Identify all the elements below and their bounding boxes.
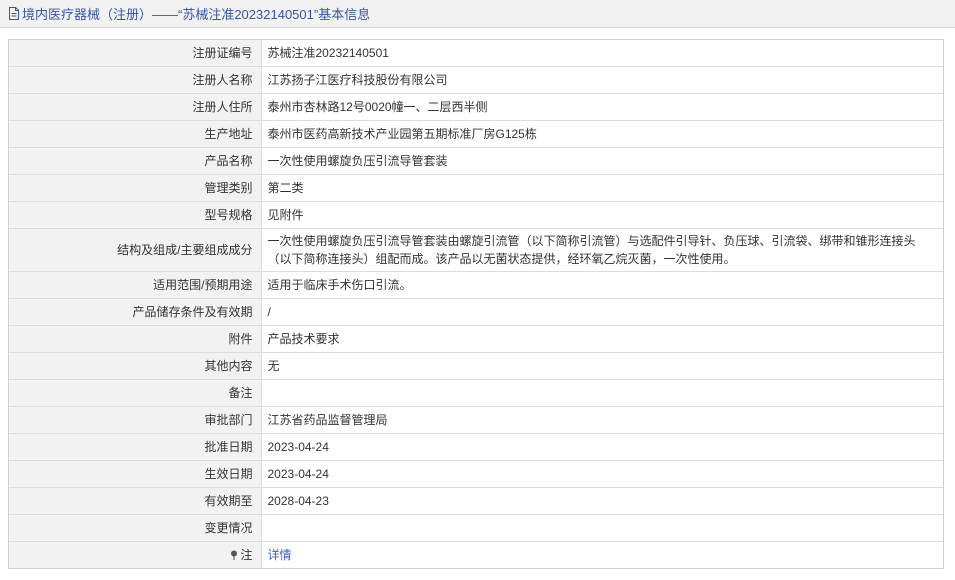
table-row: 其他内容 无 [9, 352, 943, 380]
row-value: 2028-04-23 [261, 487, 943, 515]
row-label: 其他内容 [9, 352, 262, 380]
table-row: 产品名称 一次性使用螺旋负压引流导管套装 [9, 147, 943, 175]
row-value: 一次性使用螺旋负压引流导管套装 [261, 147, 943, 175]
table-row: 注册证编号 苏械注准20232140501 [9, 40, 943, 67]
row-label: 审批部门 [9, 406, 262, 434]
row-label: 产品名称 [9, 147, 262, 175]
page-title: 境内医疗器械（注册）——“苏械注准20232140501”基本信息 [22, 7, 371, 22]
note-label-cell: 注 [9, 541, 262, 568]
row-label: 有效期至 [9, 487, 262, 515]
row-label: 适用范围/预期用途 [9, 271, 262, 299]
row-label: 结构及组成/主要组成成分 [9, 228, 262, 272]
row-label: 附件 [9, 325, 262, 353]
table-row: 型号规格 见附件 [9, 201, 943, 229]
row-label: 注册证编号 [9, 40, 262, 67]
table-row: 产品储存条件及有效期 / [9, 298, 943, 326]
row-label: 管理类别 [9, 174, 262, 202]
info-panel: 注册证编号 苏械注准20232140501 注册人名称 江苏扬子江医疗科技股份有… [8, 39, 944, 569]
row-value [261, 379, 943, 407]
row-value: 一次性使用螺旋负压引流导管套装由螺旋引流管（以下简称引流管）与选配件引导针、负压… [261, 228, 943, 272]
row-label: 生产地址 [9, 120, 262, 148]
row-label: 注册人名称 [9, 66, 262, 94]
table-row: 结构及组成/主要组成成分 一次性使用螺旋负压引流导管套装由螺旋引流管（以下简称引… [9, 228, 943, 272]
table-row: 有效期至 2028-04-23 [9, 487, 943, 515]
table-row: 附件 产品技术要求 [9, 325, 943, 353]
row-value: 2023-04-24 [261, 460, 943, 488]
table-row: 适用范围/预期用途 适用于临床手术伤口引流。 [9, 271, 943, 299]
row-label: 型号规格 [9, 201, 262, 229]
row-value: / [261, 298, 943, 326]
pin-icon [230, 547, 238, 560]
row-label: 产品储存条件及有效期 [9, 298, 262, 326]
table-row: 注册人住所 泰州市杏林路12号0020幢一、二层西半侧 [9, 93, 943, 121]
table-row: 变更情况 [9, 514, 943, 542]
row-value: 2023-04-24 [261, 433, 943, 461]
info-table: 注册证编号 苏械注准20232140501 注册人名称 江苏扬子江医疗科技股份有… [9, 40, 943, 568]
table-row: 备注 [9, 379, 943, 407]
row-value: 江苏省药品监督管理局 [261, 406, 943, 434]
page-header: 境内医疗器械（注册）——“苏械注准20232140501”基本信息 [0, 0, 955, 28]
row-label: 批准日期 [9, 433, 262, 461]
table-row: 生效日期 2023-04-24 [9, 460, 943, 488]
row-label: 变更情况 [9, 514, 262, 542]
note-value-cell: 详情 [261, 542, 943, 569]
table-row: 生产地址 泰州市医药高新技术产业园第五期标准厂房G125栋 [9, 120, 943, 148]
table-row: 审批部门 江苏省药品监督管理局 [9, 406, 943, 434]
document-icon [8, 7, 20, 20]
row-value: 第二类 [261, 174, 943, 202]
table-row: 注册人名称 江苏扬子江医疗科技股份有限公司 [9, 66, 943, 94]
row-label: 备注 [9, 379, 262, 407]
row-value: 无 [261, 352, 943, 380]
note-row: 注 详情 [9, 541, 943, 569]
row-value: 江苏扬子江医疗科技股份有限公司 [261, 66, 943, 94]
row-value: 泰州市杏林路12号0020幢一、二层西半侧 [261, 93, 943, 121]
row-value: 产品技术要求 [261, 325, 943, 353]
note-label: 注 [240, 548, 253, 562]
row-value: 见附件 [261, 201, 943, 229]
table-row: 管理类别 第二类 [9, 174, 943, 202]
row-value: 苏械注准20232140501 [261, 40, 943, 67]
detail-link[interactable]: 详情 [268, 548, 292, 562]
row-value [261, 514, 943, 542]
row-value: 泰州市医药高新技术产业园第五期标准厂房G125栋 [261, 120, 943, 148]
row-label: 生效日期 [9, 460, 262, 488]
table-row: 批准日期 2023-04-24 [9, 433, 943, 461]
row-label: 注册人住所 [9, 93, 262, 121]
row-value: 适用于临床手术伤口引流。 [261, 271, 943, 299]
